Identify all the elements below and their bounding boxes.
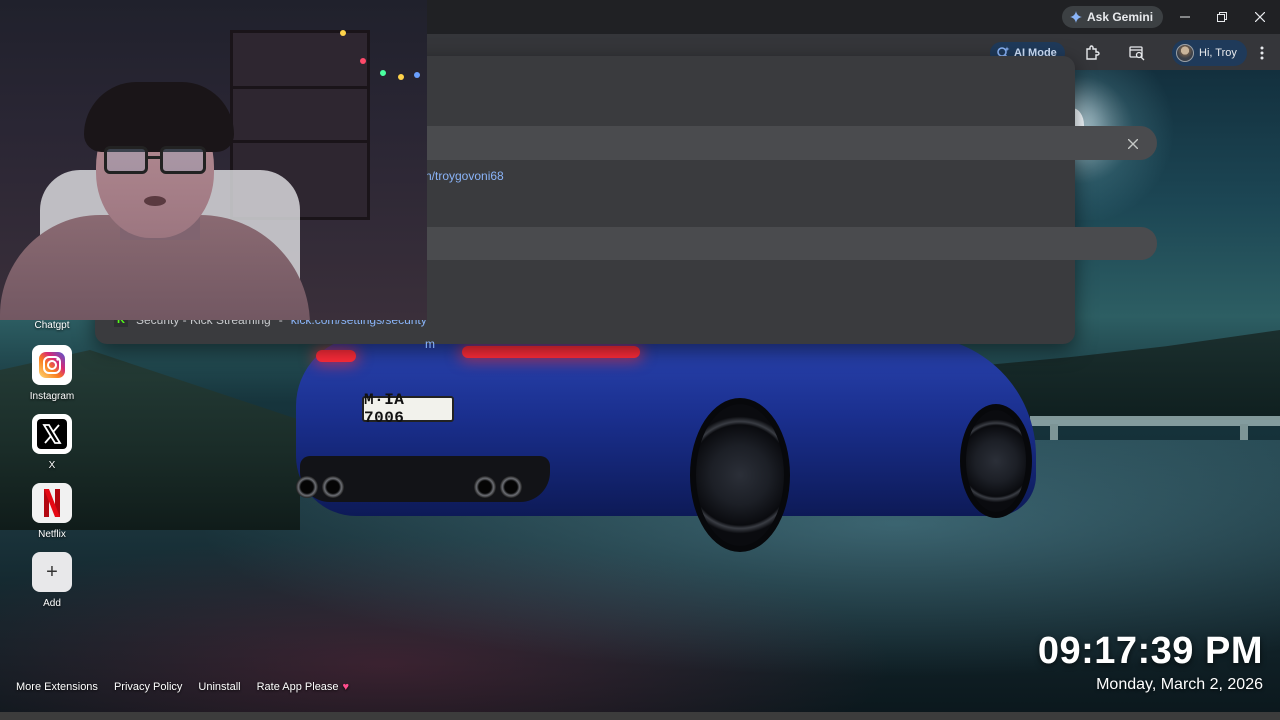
fairy-light [398,74,404,80]
shortcut-instagram[interactable]: Instagram [24,345,80,402]
glasses-bridge [148,156,160,159]
omnibox-suggestion-url[interactable]: n/troygovoni68 [425,169,504,183]
glasses-lens [160,146,206,174]
minimize-button[interactable] [1174,6,1196,28]
bottom-strip [0,712,1280,720]
license-plate: M·IA 7006 [362,391,454,427]
plus-icon: + [32,552,72,592]
omnibox-clear-button[interactable] [1123,134,1143,154]
browser-menu-button[interactable] [1251,42,1273,64]
exhaust-pipe [296,476,318,498]
shortcut-netflix[interactable]: Netflix [24,483,80,540]
more-extensions-link[interactable]: More Extensions [16,681,98,693]
clock-date: Monday, March 2, 2026 [1096,676,1263,693]
uninstall-link[interactable]: Uninstall [198,681,240,693]
glasses-lens [104,146,148,174]
kebab-menu-icon [1260,46,1264,60]
privacy-policy-link[interactable]: Privacy Policy [114,681,182,693]
shortcut-label: Netflix [38,529,66,540]
search-tabs-button[interactable] [1126,42,1148,64]
shelf-board [230,86,370,89]
profile-button[interactable]: Hi, Troy [1172,40,1247,66]
rate-app-label: Rate App Please [256,681,339,693]
heart-icon: ♥ [342,681,350,693]
extensions-icon [1086,45,1100,60]
fairy-light [360,58,366,64]
exhaust-pipe [500,476,522,498]
fairy-light [380,70,386,76]
front-wheel [960,404,1032,518]
exhaust-pipe [474,476,496,498]
restore-button[interactable] [1211,6,1233,28]
tail-light-left [316,350,356,362]
close-window-button[interactable] [1249,6,1271,28]
exhaust-pipe [322,476,344,498]
netflix-icon [32,483,72,523]
shortcut-label: Instagram [29,391,75,402]
shortcut-label-chatgpt[interactable]: Chatgpt [24,320,80,331]
webcam-overlay [0,0,427,320]
omnibox-suggestion-url[interactable]: m [425,337,435,351]
ask-gemini-label: Ask Gemini [1087,10,1154,24]
minimize-icon [1180,16,1190,18]
instagram-icon [32,345,72,385]
rear-wheel [690,398,790,552]
profile-label: Hi, Troy [1199,47,1237,59]
shelf-board [230,140,370,143]
fairy-light [414,72,420,78]
extensions-button[interactable] [1081,42,1103,64]
fairy-light [340,30,346,36]
shortcut-x[interactable]: X [24,414,80,471]
gemini-spark-icon [1070,11,1082,23]
search-tab-icon [1129,46,1145,61]
footer-links: More Extensions Privacy Policy Uninstall… [16,681,349,693]
close-icon [1128,139,1138,149]
avatar [1176,44,1194,62]
shortcut-label: Add [43,598,61,609]
person-hair [84,82,234,152]
shortcut-add[interactable]: + Add [24,552,80,609]
clock-time: 09:17:39 PM [1037,630,1263,672]
ask-gemini-button[interactable]: Ask Gemini [1062,6,1164,28]
shortcut-label: X [48,460,56,471]
restore-icon [1217,12,1227,22]
person-mouth [144,196,166,206]
rate-app-link[interactable]: Rate App Please ♥ [257,681,349,693]
x-logo-icon [32,414,72,454]
tail-light-right [462,346,640,358]
close-icon [1255,12,1265,22]
